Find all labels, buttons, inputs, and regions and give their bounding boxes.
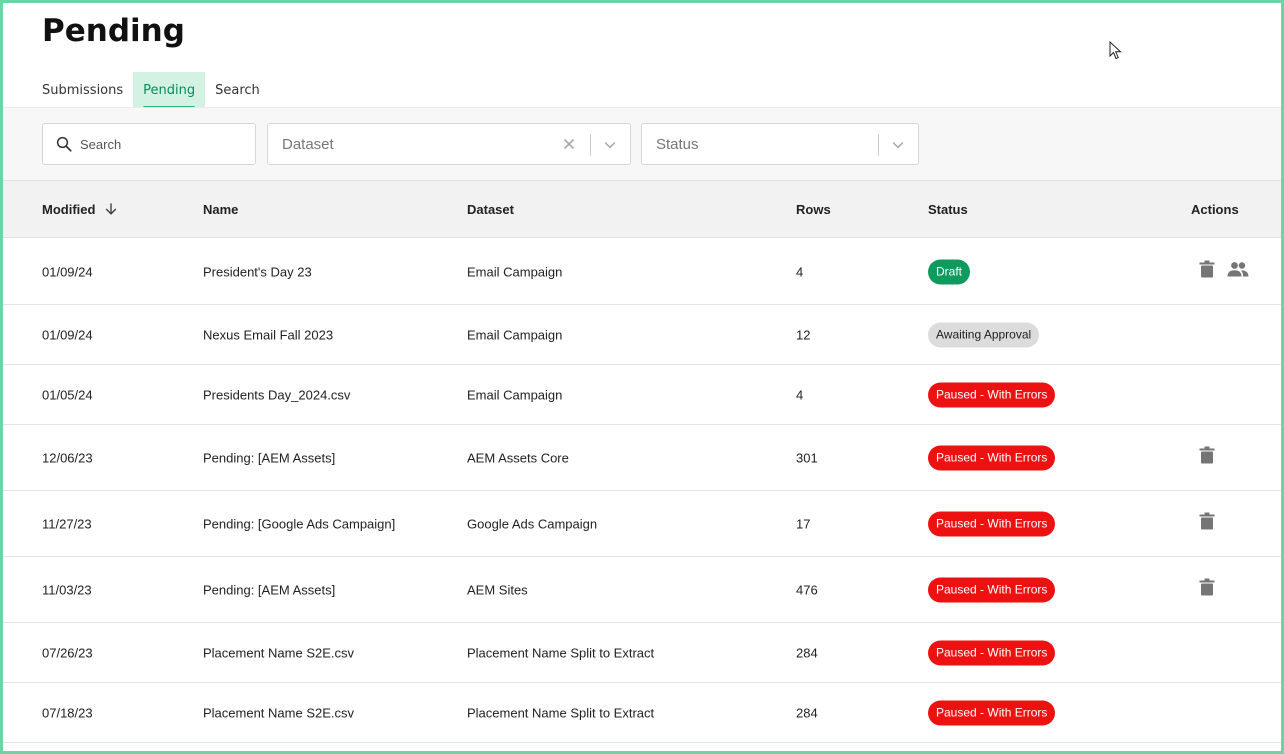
cell-rows: 12 (796, 327, 811, 342)
cell-name: Placement Name S2E.csv (203, 645, 355, 660)
column-header-name: Name (203, 202, 239, 217)
trash-icon[interactable] (1199, 578, 1215, 601)
table-header: Modified Name Dataset Rows Status Action… (3, 180, 1281, 238)
cell-name: Presidents Day_2024.csv (203, 387, 351, 402)
cell-rows: 17 (796, 516, 811, 531)
cell-dataset: Placement Name Split to Extract (467, 645, 655, 660)
column-header-rows: Rows (796, 202, 831, 217)
cell-modified: 07/26/23 (42, 645, 93, 660)
chevron-down-icon[interactable] (602, 137, 618, 153)
cell-rows: 476 (796, 582, 818, 597)
column-header-actions: Actions (1191, 202, 1239, 217)
page-title: Pending (42, 13, 185, 49)
cell-dataset: Google Ads Campaign (467, 516, 598, 531)
cell-modified: 11/27/23 (42, 516, 92, 531)
cell-name: Pending: [Google Ads Campaign] (203, 516, 396, 531)
search-input[interactable] (80, 136, 250, 152)
select-divider (878, 134, 879, 156)
cell-modified: 01/09/24 (42, 264, 93, 279)
cell-dataset: AEM Sites (467, 582, 528, 597)
chevron-down-icon[interactable] (890, 137, 906, 153)
table-row[interactable]: 11/03/23 Pending: [AEM Assets] AEM Sites 47… (3, 557, 1281, 623)
clear-icon[interactable] (560, 135, 578, 153)
mouse-cursor-icon (1109, 41, 1122, 60)
select-divider (590, 134, 591, 156)
table-row[interactable]: 07/26/23 Placement Name S2E.csv Placement … (3, 623, 1281, 683)
cell-rows: 284 (796, 645, 818, 660)
people-icon[interactable] (1227, 261, 1249, 282)
cell-name: Pending: [AEM Assets] (203, 450, 336, 465)
table-row[interactable]: 01/09/24 Nexus Email Fall 2023 Email Campa… (3, 305, 1281, 365)
cell-dataset: Email Campaign (467, 264, 563, 279)
cell-dataset: Email Campaign (467, 327, 563, 342)
status-badge: Awaiting Approval (928, 322, 1040, 347)
table-row[interactable]: 01/05/24 Presidents Day_2024.csv Email Cam… (3, 365, 1281, 425)
cell-name: Placement Name S2E.csv (203, 705, 355, 720)
table-row[interactable]: 07/18/23 Placement Name S2E.csv Placement … (3, 683, 1281, 743)
status-placeholder: Status (656, 136, 699, 153)
cell-modified: 01/09/24 (42, 327, 93, 342)
dataset-placeholder: Dataset (282, 136, 334, 153)
dataset-select[interactable]: Dataset (267, 123, 631, 165)
cell-modified: 07/18/23 (42, 705, 93, 720)
status-badge: Paused - With Errors (928, 382, 1056, 407)
cell-dataset: Placement Name Split to Extract (467, 705, 655, 720)
cell-name: Nexus Email Fall 2023 (203, 327, 334, 342)
cell-name: Pending: [AEM Assets] (203, 582, 336, 597)
table-row[interactable]: 01/09/24 President's Day 23 Email Campaign… (3, 239, 1281, 305)
search-icon (56, 136, 72, 152)
column-header-modified[interactable]: Modified (42, 202, 95, 217)
status-badge: Paused - With Errors (928, 640, 1056, 665)
status-select[interactable]: Status (641, 123, 919, 165)
cell-rows: 284 (796, 705, 818, 720)
trash-icon[interactable] (1199, 446, 1215, 469)
status-badge: Paused - With Errors (928, 700, 1056, 725)
trash-icon[interactable] (1199, 512, 1215, 535)
cell-dataset: Email Campaign (467, 387, 563, 402)
cell-modified: 11/03/23 (42, 582, 92, 597)
column-header-dataset: Dataset (467, 202, 514, 217)
status-badge: Draft (928, 259, 971, 284)
cell-rows: 4 (796, 387, 804, 402)
cell-rows: 301 (796, 450, 818, 465)
status-badge: Paused - With Errors (928, 511, 1056, 536)
cell-modified: 12/06/23 (42, 450, 93, 465)
table-row[interactable]: 12/06/23 Pending: [AEM Assets] AEM Assets … (3, 425, 1281, 491)
app-window: Pending Submissions Pending Search Datas… (0, 0, 1284, 754)
cell-dataset: AEM Assets Core (467, 450, 569, 465)
search-box[interactable] (42, 123, 256, 165)
status-badge: Paused - With Errors (928, 577, 1056, 602)
column-header-status: Status (928, 202, 968, 217)
status-badge: Paused - With Errors (928, 445, 1056, 470)
filter-bar: Dataset Status (3, 107, 1281, 180)
cell-modified: 01/05/24 (42, 387, 93, 402)
cell-name: President's Day 23 (203, 264, 312, 279)
arrow-down-icon[interactable] (103, 201, 119, 217)
cell-rows: 4 (796, 264, 804, 279)
trash-icon[interactable] (1199, 260, 1215, 283)
table-row[interactable]: 11/27/23 Pending: [Google Ads Campaign] Go… (3, 491, 1281, 557)
